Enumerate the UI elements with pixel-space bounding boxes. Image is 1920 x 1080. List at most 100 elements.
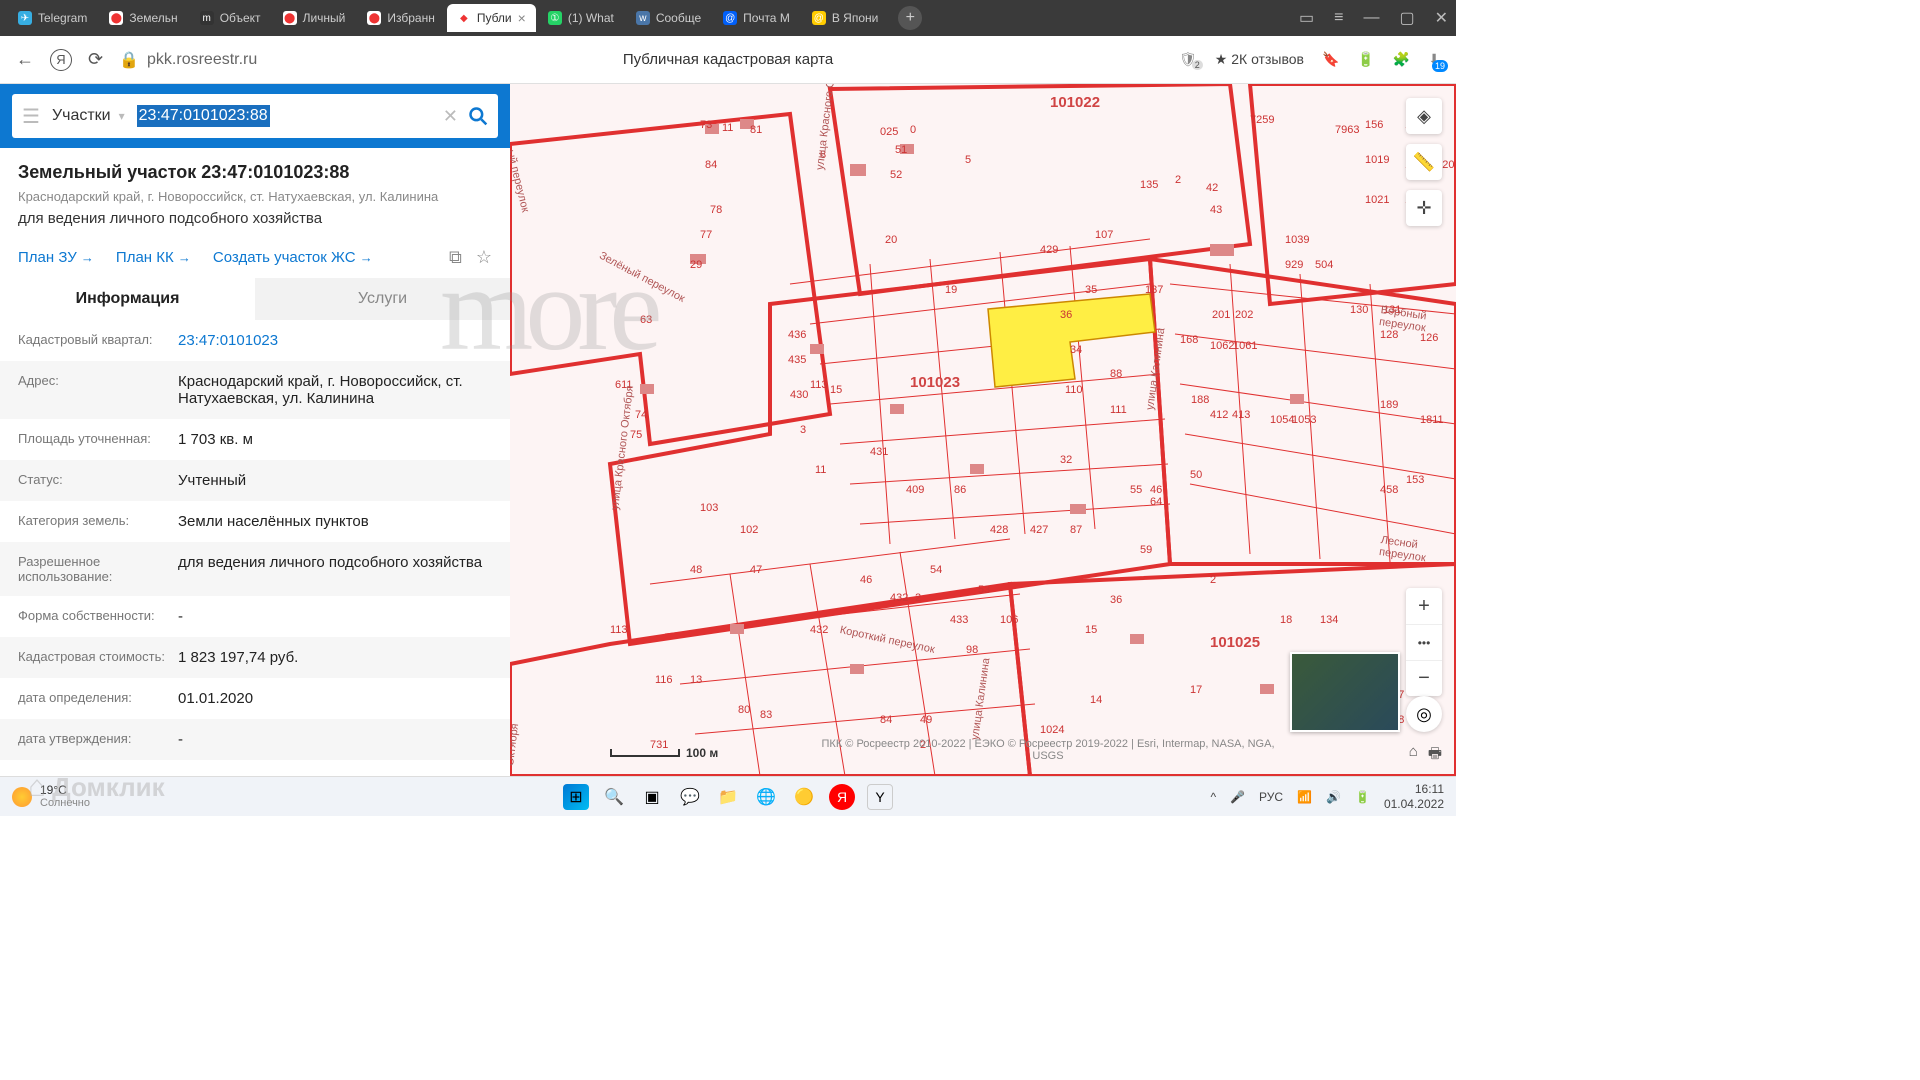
- map-attribution: ПКК © Росреестр 2010-2022 | ЕЭКО © Росре…: [820, 738, 1276, 762]
- battery-taskbar-icon[interactable]: 🔋: [1355, 790, 1370, 804]
- print-icon[interactable]: 🖶: [1428, 743, 1442, 768]
- start-button[interactable]: ⊞: [563, 784, 589, 810]
- info-row: дата определения:01.01.2020: [0, 678, 510, 719]
- tab-favicon: ◆: [457, 11, 471, 25]
- menu-icon[interactable]: ☰: [22, 104, 40, 129]
- zoom-out-button[interactable]: −: [1406, 660, 1442, 696]
- create-zhs-link[interactable]: Создать участок ЖС →: [213, 249, 373, 266]
- task-view-icon[interactable]: ▣: [639, 784, 665, 810]
- edge-icon[interactable]: 🌐: [753, 784, 779, 810]
- lang-indicator[interactable]: РУС: [1259, 790, 1283, 804]
- measure-button[interactable]: 📏: [1406, 144, 1442, 180]
- info-label: Кадастровый квартал:: [18, 332, 178, 349]
- new-tab-button[interactable]: +: [898, 6, 922, 30]
- info-row: Категория земель:Земли населённых пункто…: [0, 501, 510, 542]
- reviews-link[interactable]: ★ 2К отзывов: [1215, 51, 1304, 68]
- search-input[interactable]: 23:47:0101023:88: [137, 105, 270, 127]
- tab-label: Личный: [303, 11, 346, 25]
- locate-button[interactable]: ✛: [1406, 190, 1442, 226]
- chrome-icon[interactable]: 🟡: [791, 784, 817, 810]
- browser-tab[interactable]: ✈ Telegram: [8, 4, 97, 32]
- shield-icon[interactable]: 🛡2: [1179, 51, 1197, 68]
- browser-tab[interactable]: ◆Публи×: [447, 4, 536, 32]
- info-row: Кадастровый квартал:23:47:0101023: [0, 320, 510, 361]
- tab-label: (1) What: [568, 11, 614, 25]
- home-icon[interactable]: ⌂: [1409, 743, 1418, 768]
- info-value: -: [178, 608, 492, 625]
- search-type[interactable]: Участки: [52, 107, 111, 125]
- tab-favicon: ✈: [18, 11, 32, 25]
- layers-button[interactable]: ◈: [1406, 98, 1442, 134]
- info-row: Адрес:Краснодарский край, г. Новороссийс…: [0, 361, 510, 419]
- highlighted-parcel[interactable]: [988, 294, 1155, 387]
- bookmark-icon[interactable]: 🔖: [1322, 51, 1339, 68]
- browser-tab[interactable]: @В Япони: [802, 4, 889, 32]
- browser-tabs: ✈Telegram⬤ЗемельнmОбъект⬤Личный⬤Избранн◆…: [0, 0, 1456, 36]
- search-taskbar-icon[interactable]: 🔍: [601, 784, 627, 810]
- clock[interactable]: 16:11 01.04.2022: [1384, 782, 1444, 811]
- search-icon[interactable]: [468, 106, 488, 126]
- url-box[interactable]: 🔒 pkk.rosreestr.ru: [119, 50, 257, 70]
- tab-favicon: @: [723, 11, 737, 25]
- maximize-icon[interactable]: ▢: [1399, 8, 1414, 28]
- explorer-icon[interactable]: 📁: [715, 784, 741, 810]
- zoom-control: + ••• −: [1406, 588, 1442, 696]
- weather-widget[interactable]: 19°C Солнечно: [12, 784, 90, 809]
- volume-icon[interactable]: 🔊: [1326, 790, 1341, 804]
- reload-button[interactable]: ⟳: [88, 49, 103, 70]
- info-row: Кадастровая стоимость:1 823 197,74 руб.: [0, 637, 510, 678]
- info-label: Форма собственности:: [18, 608, 178, 625]
- extension-icon[interactable]: 🧩: [1393, 51, 1410, 68]
- chat-icon[interactable]: 💬: [677, 784, 703, 810]
- yandex-browser-icon[interactable]: Y: [867, 784, 893, 810]
- zoom-in-button[interactable]: +: [1406, 588, 1442, 624]
- tab-services[interactable]: Услуги: [255, 278, 510, 320]
- info-row: Статус:Учтенный: [0, 460, 510, 501]
- browser-tab[interactable]: ①(1) What: [538, 4, 624, 32]
- clear-icon[interactable]: ✕: [443, 106, 458, 127]
- back-button[interactable]: ←: [16, 49, 34, 70]
- browser-tab[interactable]: ⬤ Личный: [273, 4, 356, 32]
- tab-info[interactable]: Информация: [0, 278, 255, 320]
- tray-chevron-icon[interactable]: ^: [1210, 790, 1216, 804]
- yandex-icon[interactable]: Я: [50, 49, 72, 71]
- mic-icon[interactable]: 🎤: [1230, 790, 1245, 804]
- compass-button[interactable]: ◎: [1406, 696, 1442, 732]
- chevron-down-icon[interactable]: ▾: [119, 109, 125, 123]
- close-icon[interactable]: ×: [518, 10, 526, 26]
- favorite-icon[interactable]: ☆: [476, 247, 492, 268]
- browser-tab[interactable]: @ Почта М: [713, 4, 800, 32]
- info-value: 1 703 кв. м: [178, 431, 492, 448]
- browser-tab[interactable]: ⬤Избранн: [357, 4, 444, 32]
- tab-label: Почта М: [743, 11, 790, 25]
- wifi-icon[interactable]: 📶: [1297, 790, 1312, 804]
- minimap[interactable]: [1290, 652, 1400, 732]
- plan-kk-link[interactable]: План КК →: [116, 249, 191, 266]
- map-area[interactable]: 101022 101023 101025 73 11 81 84 8 025 0…: [510, 84, 1456, 776]
- info-label: дата утверждения:: [18, 731, 178, 748]
- tab-favicon: ⬤: [283, 11, 297, 25]
- parcel-title: Земельный участок 23:47:0101023:88: [18, 162, 492, 183]
- browser-tab[interactable]: mОбъект: [190, 4, 271, 32]
- tab-label: Сообще: [656, 11, 701, 25]
- tab-label: В Япони: [832, 11, 879, 25]
- downloads-icon[interactable]: ⬇: [1428, 51, 1440, 68]
- info-label: Адрес:: [18, 373, 178, 407]
- browser-tab[interactable]: w Сообще: [626, 4, 711, 32]
- menu-icon[interactable]: ≡: [1334, 9, 1343, 27]
- zoom-reset-button[interactable]: •••: [1406, 624, 1442, 660]
- yandex-red-icon[interactable]: Я: [829, 784, 855, 810]
- info-label: Статус:: [18, 472, 178, 489]
- parcel-address: Краснодарский край, г. Новороссийск, ст.…: [18, 189, 492, 204]
- info-value[interactable]: 23:47:0101023: [178, 332, 492, 349]
- minimize-icon[interactable]: —: [1363, 9, 1379, 27]
- tab-label: Telegram: [38, 11, 87, 25]
- info-row: Разрешенное использование:для ведения ли…: [0, 542, 510, 596]
- reader-icon[interactable]: ▭: [1299, 8, 1314, 28]
- close-window-icon[interactable]: ✕: [1435, 8, 1448, 28]
- search-bar: ☰ Участки ▾ 23:47:0101023:88 ✕: [0, 84, 510, 148]
- browser-tab[interactable]: ⬤Земельн: [99, 4, 187, 32]
- copy-icon[interactable]: ⧉: [449, 247, 462, 268]
- plan-zu-link[interactable]: План ЗУ →: [18, 249, 94, 266]
- tab-favicon: w: [636, 11, 650, 25]
